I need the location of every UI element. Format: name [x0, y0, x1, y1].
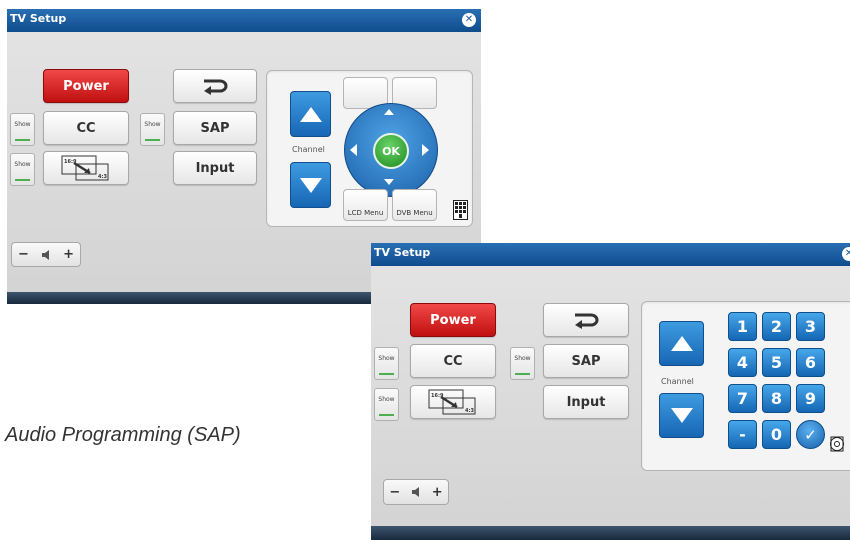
lcd-menu-button[interactable]: LCD Menu	[343, 189, 388, 221]
key-7[interactable]: 7	[728, 384, 757, 413]
title-bar: TV Setup ✕	[371, 243, 850, 266]
aspect-label-a: 16:9	[431, 393, 444, 399]
bottom-bar	[371, 526, 850, 540]
down-arrow-icon	[299, 177, 322, 193]
key-9[interactable]: 9	[796, 384, 825, 413]
key-2[interactable]: 2	[762, 312, 791, 341]
speaker-icon	[411, 487, 419, 497]
dpad-right-icon[interactable]	[422, 144, 429, 156]
sap-button[interactable]: SAP	[543, 344, 629, 378]
channel-up-button[interactable]	[659, 321, 704, 366]
cc-show-toggle[interactable]: Show	[374, 347, 399, 380]
aspect-ratio-icon: 16:9 4:3	[428, 389, 476, 415]
channel-label: Channel	[292, 145, 325, 154]
input-button[interactable]: Input	[173, 151, 257, 185]
indicator-bar	[145, 139, 160, 141]
show-label: Show	[378, 396, 395, 403]
sap-show-toggle[interactable]: Show	[140, 113, 165, 146]
return-arrow-icon	[204, 79, 228, 95]
keypad-icon[interactable]	[453, 200, 468, 220]
show-label: Show	[378, 355, 395, 362]
show-label: Show	[514, 355, 531, 362]
indicator-bar	[379, 373, 394, 375]
cc-button[interactable]: CC	[410, 344, 496, 378]
dpad-up-icon[interactable]	[384, 109, 394, 115]
key-5[interactable]: 5	[762, 348, 791, 377]
key-4[interactable]: 4	[728, 348, 757, 377]
aspect-ratio-button[interactable]: 16:9 4:3	[410, 385, 496, 419]
key-1[interactable]: 1	[728, 312, 757, 341]
ok-button[interactable]: OK	[373, 133, 409, 169]
window-title: TV Setup	[10, 12, 67, 25]
channel-down-button[interactable]	[290, 162, 331, 208]
enter-button[interactable]: ✓	[796, 420, 825, 449]
cc-button[interactable]: CC	[43, 111, 129, 145]
power-button[interactable]: Power	[43, 69, 129, 103]
key-8[interactable]: 8	[762, 384, 791, 413]
aspect-label-b: 4:3	[98, 174, 107, 180]
close-icon[interactable]: ✕	[842, 247, 850, 261]
back-button[interactable]	[173, 69, 257, 103]
volume-control: − +	[383, 479, 449, 505]
down-arrow-icon	[670, 408, 693, 423]
checkmark-icon: ✓	[804, 425, 817, 444]
channel-down-button[interactable]	[659, 393, 704, 438]
volume-down-button[interactable]: −	[18, 247, 29, 262]
aspect-label-a: 16:9	[64, 159, 77, 165]
speaker-icon	[42, 249, 49, 260]
dpad-icon[interactable]	[829, 436, 845, 452]
window-title: TV Setup	[374, 246, 431, 259]
show-label: Show	[14, 161, 31, 168]
sap-button[interactable]: SAP	[173, 111, 257, 145]
key-6[interactable]: 6	[796, 348, 825, 377]
up-arrow-icon	[299, 106, 322, 122]
caption-text: Audio Programming (SAP)	[5, 424, 241, 446]
up-arrow-icon	[670, 336, 693, 351]
dpad-down-icon[interactable]	[384, 179, 394, 185]
show-label: Show	[14, 121, 31, 128]
show-label: Show	[144, 121, 161, 128]
key-3[interactable]: 3	[796, 312, 825, 341]
title-bar: TV Setup ✕	[7, 9, 481, 32]
cc-show-toggle[interactable]: Show	[10, 113, 35, 146]
indicator-bar	[15, 139, 30, 141]
indicator-bar	[515, 373, 530, 375]
volume-up-button[interactable]: +	[432, 485, 443, 500]
close-icon[interactable]: ✕	[462, 13, 476, 27]
tv-setup-window-keypad: TV Setup ✕ Power Show CC Show SAP Show 1…	[371, 243, 850, 540]
sap-show-toggle[interactable]: Show	[510, 347, 535, 380]
key-dash[interactable]: -	[728, 420, 757, 449]
aspect-label-b: 4:3	[465, 408, 474, 414]
aspect-show-toggle[interactable]: Show	[374, 388, 399, 421]
aspect-show-toggle[interactable]: Show	[10, 153, 35, 186]
input-button[interactable]: Input	[543, 385, 629, 419]
aspect-ratio-button[interactable]: 16:9 4:3	[43, 151, 129, 185]
aspect-ratio-icon: 16:9 4:3	[61, 155, 109, 181]
indicator-bar	[15, 179, 30, 181]
indicator-bar	[379, 414, 394, 416]
volume-down-button[interactable]: −	[389, 485, 400, 500]
dpad-left-icon[interactable]	[350, 144, 357, 156]
return-arrow-icon	[575, 313, 599, 329]
back-button[interactable]	[543, 303, 629, 337]
volume-up-button[interactable]: +	[63, 247, 74, 262]
volume-control: − +	[11, 242, 81, 267]
dvb-menu-button[interactable]: DVB Menu	[392, 189, 437, 221]
channel-label: Channel	[661, 377, 694, 386]
power-button[interactable]: Power	[410, 303, 496, 337]
channel-up-button[interactable]	[290, 91, 331, 137]
key-0[interactable]: 0	[762, 420, 791, 449]
